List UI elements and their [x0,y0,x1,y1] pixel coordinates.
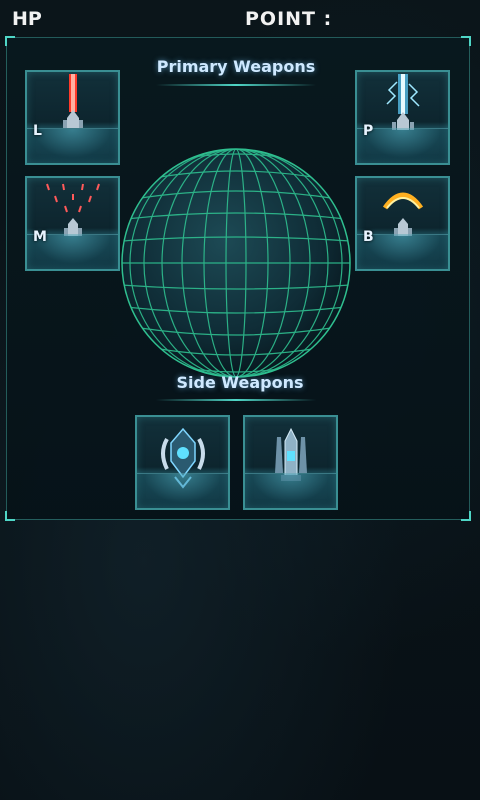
globe-icon [121,148,351,378]
panel-corner [5,511,15,521]
side-title-underline [156,399,316,401]
primary-weapons-title: Primary Weapons [156,57,316,76]
primary-weapon-slot-plasma[interactable]: P [355,70,450,165]
slot-letter: P [363,123,374,139]
hp-label: HP [12,8,42,30]
side-weapons-title: Side Weapons [176,373,304,392]
side-weapon-slot-b[interactable] [243,415,338,510]
primary-title-underline [156,84,316,86]
primary-weapon-slot-boomerang[interactable]: B [355,176,450,271]
panel-corner [5,36,15,46]
globe-graphic [118,145,354,381]
slot-letter: M [33,229,47,245]
slot-floor [137,473,228,508]
slot-letter: B [363,229,374,245]
panel-corner [461,511,471,521]
point-label: POINT : [245,8,333,30]
panel-corner [461,36,471,46]
hud-bar: HP POINT : [0,8,480,34]
primary-weapon-slot-laser[interactable]: L [25,70,120,165]
side-weapon-slot-a[interactable] [135,415,230,510]
slot-letter: L [33,123,42,139]
slot-floor [245,473,336,508]
primary-weapon-slot-missile[interactable]: M [25,176,120,271]
